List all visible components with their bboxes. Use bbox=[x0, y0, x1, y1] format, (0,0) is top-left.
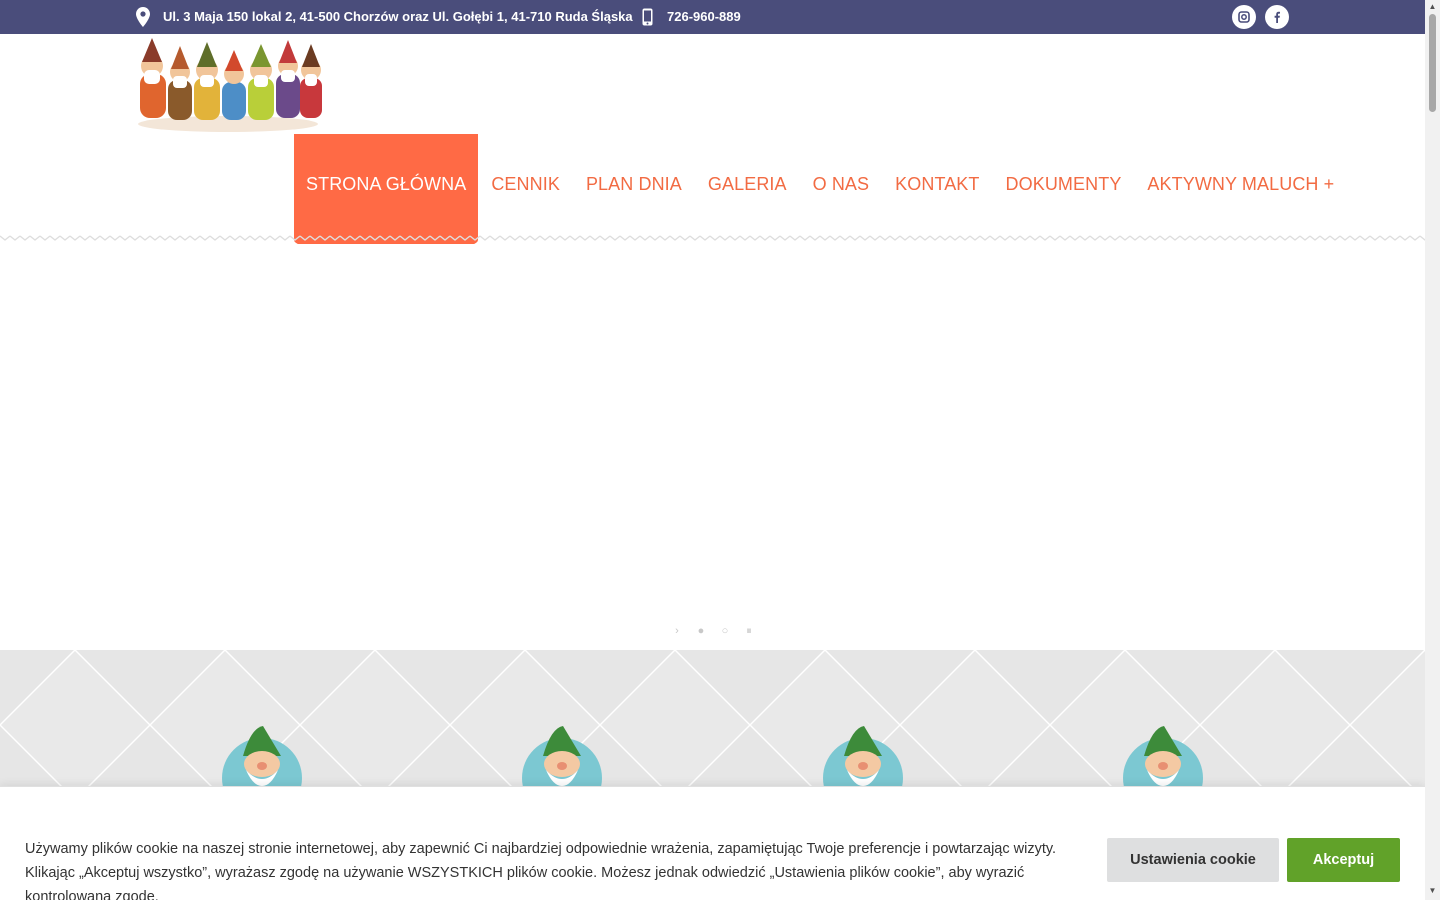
instagram-link[interactable] bbox=[1232, 5, 1256, 29]
slider-pause-icon[interactable]: ⏸ bbox=[742, 624, 756, 638]
gnome-icon bbox=[1123, 726, 1203, 786]
scroll-down-icon[interactable]: ▼ bbox=[1428, 886, 1437, 895]
hero-slider bbox=[0, 244, 1425, 650]
nav-item-o-nas[interactable]: O NAS bbox=[800, 134, 883, 234]
scroll-thumb[interactable] bbox=[1429, 14, 1436, 112]
zigzag-divider bbox=[0, 232, 1425, 244]
address-text: Ul. 3 Maja 150 lokal 2, 41-500 Chorzów o… bbox=[163, 9, 633, 24]
seven-dwarfs-logo[interactable] bbox=[130, 32, 326, 136]
instagram-icon bbox=[1238, 11, 1250, 23]
facebook-link[interactable] bbox=[1265, 5, 1289, 29]
scroll-up-icon[interactable]: ▲ bbox=[1428, 2, 1437, 11]
top-info-bar: Ul. 3 Maja 150 lokal 2, 41-500 Chorzów o… bbox=[0, 0, 1425, 34]
nav-item-cennik[interactable]: CENNIK bbox=[478, 134, 573, 234]
nav-item-kontakt[interactable]: KONTAKT bbox=[882, 134, 992, 234]
slider-dot-active[interactable]: ● bbox=[694, 624, 708, 638]
gnome-icon bbox=[222, 726, 302, 786]
cookie-settings-button[interactable]: Ustawienia cookie bbox=[1107, 838, 1279, 882]
nav-item-dokumenty[interactable]: DOKUMENTY bbox=[993, 134, 1135, 234]
nav-item-aktywny-maluch[interactable]: AKTYWNY MALUCH + bbox=[1134, 134, 1347, 234]
cookie-text: Używamy plików cookie na naszej stronie … bbox=[25, 841, 1057, 900]
phone-number[interactable]: 726-960-889 bbox=[667, 9, 741, 24]
slider-dot[interactable]: ○ bbox=[718, 624, 732, 638]
nav-item-plan-dnia[interactable]: PLAN DNIA bbox=[573, 134, 695, 234]
page: Ul. 3 Maja 150 lokal 2, 41-500 Chorzów o… bbox=[0, 0, 1440, 900]
cookie-accept-button[interactable]: Akceptuj bbox=[1287, 838, 1400, 882]
mobile-phone-icon bbox=[642, 8, 653, 26]
slider-next-icon[interactable]: › bbox=[670, 624, 684, 638]
page-scrollbar[interactable]: ▲ ▼ bbox=[1425, 0, 1440, 900]
gnome-icon bbox=[522, 726, 602, 786]
cookie-banner: Używamy plików cookie na naszej stronie … bbox=[0, 786, 1425, 900]
facebook-icon bbox=[1274, 11, 1280, 23]
map-pin-icon bbox=[136, 7, 150, 27]
nav-item-galeria[interactable]: GALERIA bbox=[695, 134, 800, 234]
slider-controls: › ● ○ ⏸ bbox=[670, 624, 756, 638]
gnome-icon bbox=[823, 726, 903, 786]
